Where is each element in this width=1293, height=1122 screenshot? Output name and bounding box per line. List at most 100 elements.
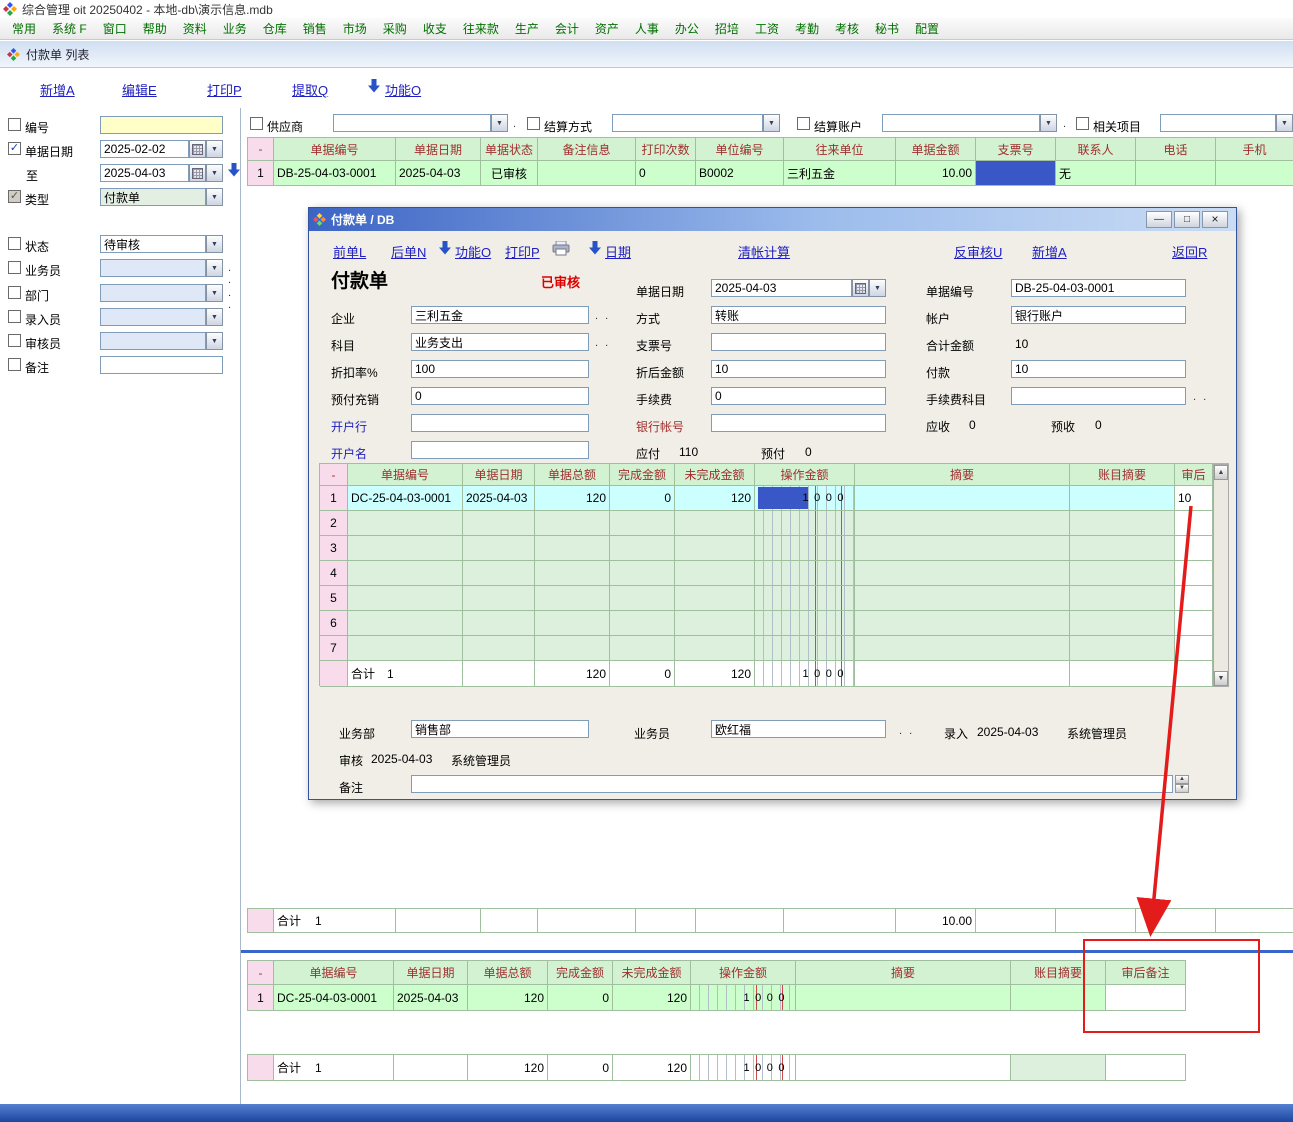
date-to-calendar-button[interactable] bbox=[189, 164, 206, 182]
header-unit-name[interactable]: 往来单位 bbox=[784, 138, 896, 161]
back-button[interactable]: 返回R bbox=[1172, 242, 1207, 261]
auditor-filter-checkbox[interactable] bbox=[8, 334, 21, 347]
doc-date-dropdown-button[interactable] bbox=[869, 279, 886, 297]
empty-cell[interactable] bbox=[610, 536, 675, 561]
empty-cell[interactable] bbox=[1070, 561, 1175, 586]
empty-cell[interactable] bbox=[1070, 636, 1175, 661]
account-name-input[interactable] bbox=[411, 441, 589, 459]
empty-cell[interactable] bbox=[675, 511, 755, 536]
department-more-button[interactable]: . . bbox=[228, 287, 233, 311]
empty-cell[interactable] bbox=[1175, 536, 1213, 561]
salesman-dropdown-button[interactable] bbox=[206, 259, 223, 277]
empty-cell[interactable] bbox=[855, 511, 1070, 536]
settle-method-checkbox[interactable] bbox=[527, 117, 540, 130]
doc-date-calendar-button[interactable] bbox=[852, 279, 869, 297]
empty-cell[interactable] bbox=[755, 636, 855, 661]
next-doc-button[interactable]: 后单N bbox=[391, 242, 426, 261]
menu-item-payroll[interactable]: 工资 bbox=[747, 19, 787, 38]
extract-button[interactable]: 提取Q bbox=[292, 80, 328, 99]
menu-item-business[interactable]: 业务 bbox=[215, 19, 255, 38]
menu-item-system[interactable]: 系统 F bbox=[44, 19, 95, 38]
empty-cell[interactable] bbox=[755, 511, 855, 536]
detail-grid-row-1[interactable]: 1 DC-25-04-03-0001 2025-04-03 120 0 120 … bbox=[320, 486, 1229, 511]
header-doc-total[interactable]: 单据总额 bbox=[468, 961, 548, 985]
detail-grid-row-3[interactable]: 3 bbox=[320, 536, 1229, 561]
date-to-dropdown-button[interactable] bbox=[206, 164, 223, 182]
cell-account-summary[interactable] bbox=[1011, 985, 1106, 1011]
empty-cell[interactable] bbox=[610, 636, 675, 661]
empty-cell[interactable] bbox=[1175, 636, 1213, 661]
empty-cell[interactable] bbox=[463, 586, 535, 611]
salesman-filter-input[interactable] bbox=[100, 259, 206, 277]
empty-cell[interactable] bbox=[610, 586, 675, 611]
cell-summary[interactable] bbox=[796, 985, 1011, 1011]
empty-cell[interactable] bbox=[755, 611, 855, 636]
printer-icon[interactable] bbox=[552, 241, 570, 256]
fee-input[interactable] bbox=[711, 387, 886, 405]
empty-cell[interactable] bbox=[535, 536, 610, 561]
cell-done-amount[interactable]: 0 bbox=[548, 985, 613, 1011]
empty-cell[interactable] bbox=[675, 561, 755, 586]
subject-input[interactable] bbox=[411, 333, 589, 351]
supplier-dropdown-button[interactable] bbox=[491, 114, 508, 132]
header-doc-no[interactable]: 单据编号 bbox=[274, 138, 396, 161]
new-button[interactable]: 新增A bbox=[40, 80, 75, 99]
cell-doc-no[interactable]: DC-25-04-03-0001 bbox=[274, 985, 394, 1011]
empty-cell[interactable] bbox=[1070, 536, 1175, 561]
menu-item-window[interactable]: 窗口 bbox=[95, 19, 135, 38]
menu-item-assessment[interactable]: 考核 bbox=[827, 19, 867, 38]
empty-cell[interactable] bbox=[855, 586, 1070, 611]
date-from-input[interactable] bbox=[100, 140, 189, 158]
header-doc-no[interactable]: 单据编号 bbox=[274, 961, 394, 985]
empty-cell[interactable] bbox=[675, 536, 755, 561]
empty-cell[interactable] bbox=[755, 561, 855, 586]
cell-phone[interactable] bbox=[1136, 161, 1216, 186]
menu-item-common[interactable]: 常用 bbox=[4, 19, 44, 38]
empty-cell[interactable] bbox=[535, 586, 610, 611]
menu-item-help[interactable]: 帮助 bbox=[135, 19, 175, 38]
settle-method-dropdown-button[interactable] bbox=[763, 114, 780, 132]
cell-row-number[interactable]: 5 bbox=[320, 586, 348, 611]
salesman-filter-checkbox[interactable] bbox=[8, 261, 21, 274]
menu-item-attendance[interactable]: 考勤 bbox=[787, 19, 827, 38]
header-row-number[interactable]: - bbox=[320, 464, 348, 486]
empty-cell[interactable] bbox=[675, 611, 755, 636]
cell-row-number[interactable]: 1 bbox=[320, 486, 348, 511]
menu-item-config[interactable]: 配置 bbox=[907, 19, 947, 38]
supplier-filter-checkbox[interactable] bbox=[250, 117, 263, 130]
cell-undone-amount[interactable]: 120 bbox=[613, 985, 691, 1011]
header-done-amount[interactable]: 完成金额 bbox=[610, 464, 675, 486]
new-button[interactable]: 新增A bbox=[1032, 242, 1067, 261]
empty-cell[interactable] bbox=[535, 511, 610, 536]
empty-cell[interactable] bbox=[348, 611, 463, 636]
header-doc-no[interactable]: 单据编号 bbox=[348, 464, 463, 486]
header-unit-no[interactable]: 单位编号 bbox=[696, 138, 784, 161]
empty-cell[interactable] bbox=[1175, 511, 1213, 536]
detail-grid-row-5[interactable]: 5 bbox=[320, 586, 1229, 611]
type-dropdown-button[interactable] bbox=[206, 188, 223, 206]
settle-calc-button[interactable]: 清帐计算 bbox=[738, 242, 790, 261]
auditor-filter-input[interactable] bbox=[100, 332, 206, 350]
header-account-summary[interactable]: 账目摘要 bbox=[1011, 961, 1106, 985]
menu-item-office[interactable]: 办公 bbox=[667, 19, 707, 38]
cell-unit-no[interactable]: B0002 bbox=[696, 161, 784, 186]
payment-list-row[interactable]: 1 DB-25-04-03-0001 2025-04-03 已审核 0 B000… bbox=[248, 161, 1293, 186]
header-doc-date[interactable]: 单据日期 bbox=[463, 464, 535, 486]
date-from-dropdown-button[interactable] bbox=[206, 140, 223, 158]
remark-filter-checkbox[interactable] bbox=[8, 358, 21, 371]
discounted-input[interactable] bbox=[711, 360, 886, 378]
header-doc-date[interactable]: 单据日期 bbox=[396, 138, 481, 161]
print-button[interactable]: 打印P bbox=[505, 242, 540, 261]
restore-button[interactable] bbox=[1174, 211, 1200, 228]
cell-doc-date[interactable]: 2025-04-03 bbox=[463, 486, 535, 511]
dialog-titlebar[interactable]: 付款单 / DB bbox=[309, 208, 1236, 231]
detail-grid-row-7[interactable]: 7 bbox=[320, 636, 1229, 661]
cell-doc-no[interactable]: DB-25-04-03-0001 bbox=[274, 161, 396, 186]
cell-done-amount[interactable]: 0 bbox=[610, 486, 675, 511]
cheque-input[interactable] bbox=[711, 333, 886, 351]
subject-more-button[interactable]: . . bbox=[595, 337, 610, 349]
status-filter-input[interactable] bbox=[100, 235, 206, 253]
empty-cell[interactable] bbox=[348, 511, 463, 536]
remark-spinner[interactable] bbox=[1175, 775, 1189, 793]
function-button[interactable]: 功能O bbox=[385, 80, 421, 99]
